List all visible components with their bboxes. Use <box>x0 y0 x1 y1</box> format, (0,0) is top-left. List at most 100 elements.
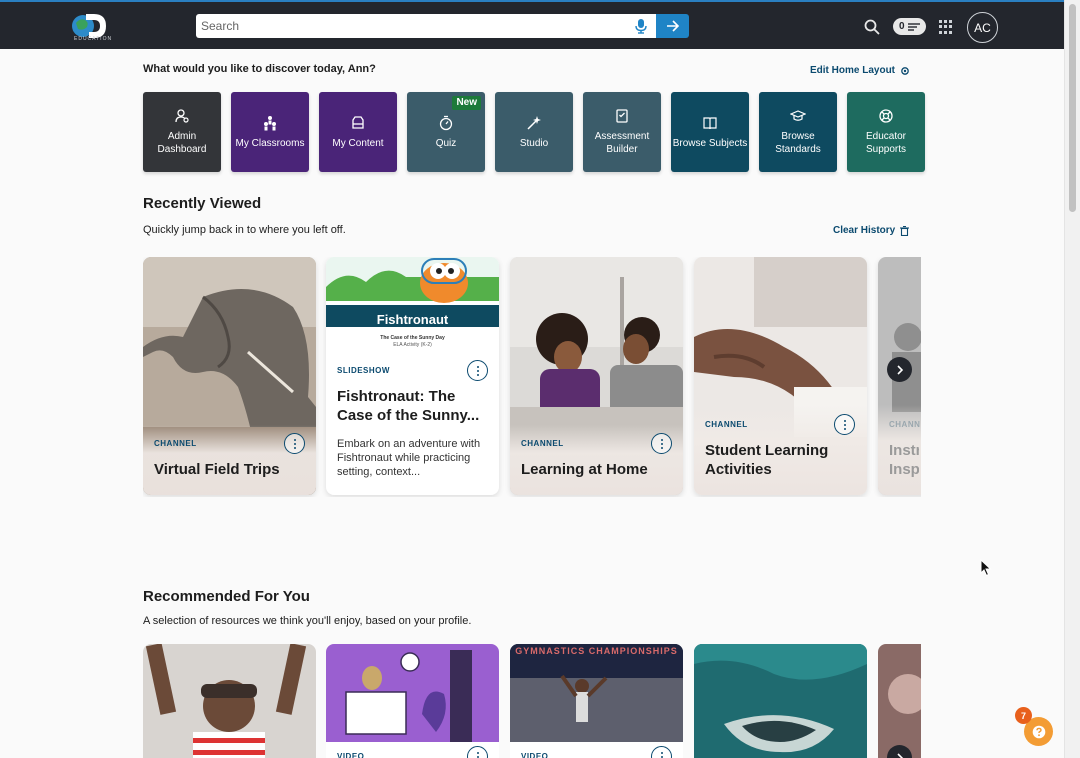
greeting-text: What would you like to discover today, A… <box>143 63 376 75</box>
recommended-title: Recommended For You <box>143 588 310 605</box>
rec-card[interactable]: GYMNASTICS CHAMPIONSHIPS VIDEO <box>510 644 683 758</box>
card-learning-at-home[interactable]: CHANNEL Learning at Home <box>510 257 683 495</box>
card-type-label: VIDEO <box>521 752 549 758</box>
card-type-label: SLIDESHOW <box>337 366 390 375</box>
stopwatch-icon <box>439 115 453 130</box>
search-input[interactable] <box>196 14 616 38</box>
banner-text: GYMNASTICS CHAMPIONSHIPS <box>515 646 678 656</box>
tile-label: Browse Subjects <box>672 137 748 149</box>
tile-educator-supports[interactable]: Educator Supports <box>847 92 925 172</box>
quick-action-tiles: Admin Dashboard My Classrooms My Content… <box>143 92 925 172</box>
tile-label: Quiz <box>435 137 457 149</box>
tile-assessment-builder[interactable]: Assessment Builder <box>583 92 661 172</box>
user-avatar[interactable]: AC <box>967 12 998 43</box>
search-icon[interactable] <box>863 18 881 36</box>
question-mark-icon <box>1032 725 1045 738</box>
clear-history-label: Clear History <box>833 225 896 236</box>
card-title: Fishtronaut: The Case of the Sunny... <box>337 388 480 424</box>
card-type-label: CHANN <box>889 420 921 429</box>
apps-grid-icon[interactable] <box>939 20 953 34</box>
list-icon <box>907 22 920 31</box>
thumb-subtitle: The Case of the Sunny Day <box>380 335 445 341</box>
card-type-label: CHANNEL <box>521 439 564 448</box>
tile-browse-subjects[interactable]: Browse Subjects <box>671 92 749 172</box>
card-description: Embark on an adventure with Fishtronaut … <box>337 438 481 478</box>
card-type-label: CHANNEL <box>705 420 748 429</box>
mouse-cursor-icon <box>980 559 992 577</box>
rec-card[interactable] <box>878 644 921 758</box>
more-options-button[interactable] <box>467 746 488 758</box>
edit-home-layout-link[interactable]: Edit Home Layout <box>810 65 910 76</box>
card-type-label: VIDEO <box>337 752 365 758</box>
arrow-right-icon <box>666 20 679 32</box>
recommended-carousel: VIDEO GYMNASTICS CHAMPIONSHIPS VIDEO <box>143 644 921 758</box>
tile-label: Studio <box>519 137 549 149</box>
chevron-right-icon <box>896 364 903 375</box>
more-options-button[interactable] <box>284 433 305 454</box>
tile-my-classrooms[interactable]: My Classrooms <box>231 92 309 172</box>
tile-browse-standards[interactable]: Browse Standards <box>759 92 837 172</box>
thumb-kicker: Adventures with <box>394 301 431 307</box>
thumb-note: ELA Activity (K-2) <box>393 342 432 348</box>
underwater-image <box>694 644 867 758</box>
notifications-button[interactable]: 0 <box>893 18 926 35</box>
rec-card[interactable]: VIDEO <box>326 644 499 758</box>
lifebuoy-icon <box>879 109 893 123</box>
tile-label: Admin Dashboard <box>157 131 207 155</box>
card-student-learning-activities[interactable]: CHANNEL Student Learning Activities <box>694 257 867 495</box>
new-badge: New <box>452 96 481 110</box>
help-notification-badge: 7 <box>1015 707 1032 724</box>
assessment-icon <box>616 109 628 123</box>
card-type-label: CHANNEL <box>154 439 197 448</box>
content-icon <box>352 115 364 129</box>
tile-label: My Classrooms <box>235 137 305 149</box>
edit-home-layout-label: Edit Home Layout <box>810 65 896 76</box>
logo-subtext: EDUCATION <box>74 36 113 42</box>
tile-quiz[interactable]: New Quiz <box>407 92 485 172</box>
carousel-next-button[interactable] <box>887 357 912 382</box>
card-title: Instr Inspi <box>889 442 919 478</box>
more-options-button[interactable] <box>834 414 855 435</box>
clear-history-button[interactable]: Clear History <box>833 225 910 236</box>
search-submit-button[interactable] <box>656 14 689 38</box>
tile-label: Browse Standards <box>775 131 821 155</box>
gear-icon <box>901 66 909 75</box>
chevron-right-icon <box>896 752 903 758</box>
partial-rec-image <box>878 644 921 758</box>
page-scrollbar[interactable] <box>1064 0 1080 758</box>
tile-studio[interactable]: Studio <box>495 92 573 172</box>
notification-count: 0 <box>899 21 905 32</box>
more-options-button[interactable] <box>651 746 672 758</box>
rec-card[interactable] <box>143 644 316 758</box>
search-box <box>196 14 656 38</box>
book-icon <box>703 116 717 129</box>
card-virtual-field-trips[interactable]: CHANNEL Virtual Field Trips <box>143 257 316 495</box>
magic-wand-icon <box>527 115 541 130</box>
tile-label: My Content <box>332 137 384 149</box>
tile-label: Assessment Builder <box>594 131 650 155</box>
card-title: Virtual Field Trips <box>154 461 280 478</box>
rec-card[interactable] <box>694 644 867 758</box>
card-fishtronaut[interactable]: Adventures with Fishtronaut The Case of … <box>326 257 499 495</box>
recently-viewed-subtitle: Quickly jump back in to where you left o… <box>143 224 346 236</box>
tile-my-content[interactable]: My Content <box>319 92 397 172</box>
scrollbar-thumb[interactable] <box>1069 4 1076 212</box>
classrooms-icon <box>264 115 276 130</box>
recommended-subtitle: A selection of resources we think you'll… <box>143 615 472 627</box>
tile-label: Educator Supports <box>865 131 907 155</box>
more-options-button[interactable] <box>467 360 488 381</box>
recently-viewed-carousel: CHANNEL Virtual Field Trips Adventures w… <box>143 257 921 497</box>
admin-icon <box>175 109 189 123</box>
more-options-button[interactable] <box>651 433 672 454</box>
microphone-icon[interactable] <box>634 18 648 34</box>
graduation-cap-icon <box>790 110 806 121</box>
trash-icon <box>900 225 910 236</box>
top-navigation-bar: EDUCATION 0 AC <box>0 0 1064 49</box>
video-thumbnail <box>326 644 499 742</box>
card-title: Learning at Home <box>521 461 648 478</box>
tile-admin-dashboard[interactable]: Admin Dashboard <box>143 92 221 172</box>
card-title: Student Learning Activities <box>705 442 829 478</box>
thumb-title: Fishtronaut <box>376 312 449 327</box>
gymnastics-thumbnail <box>510 644 683 742</box>
child-aviator-image <box>143 644 316 758</box>
